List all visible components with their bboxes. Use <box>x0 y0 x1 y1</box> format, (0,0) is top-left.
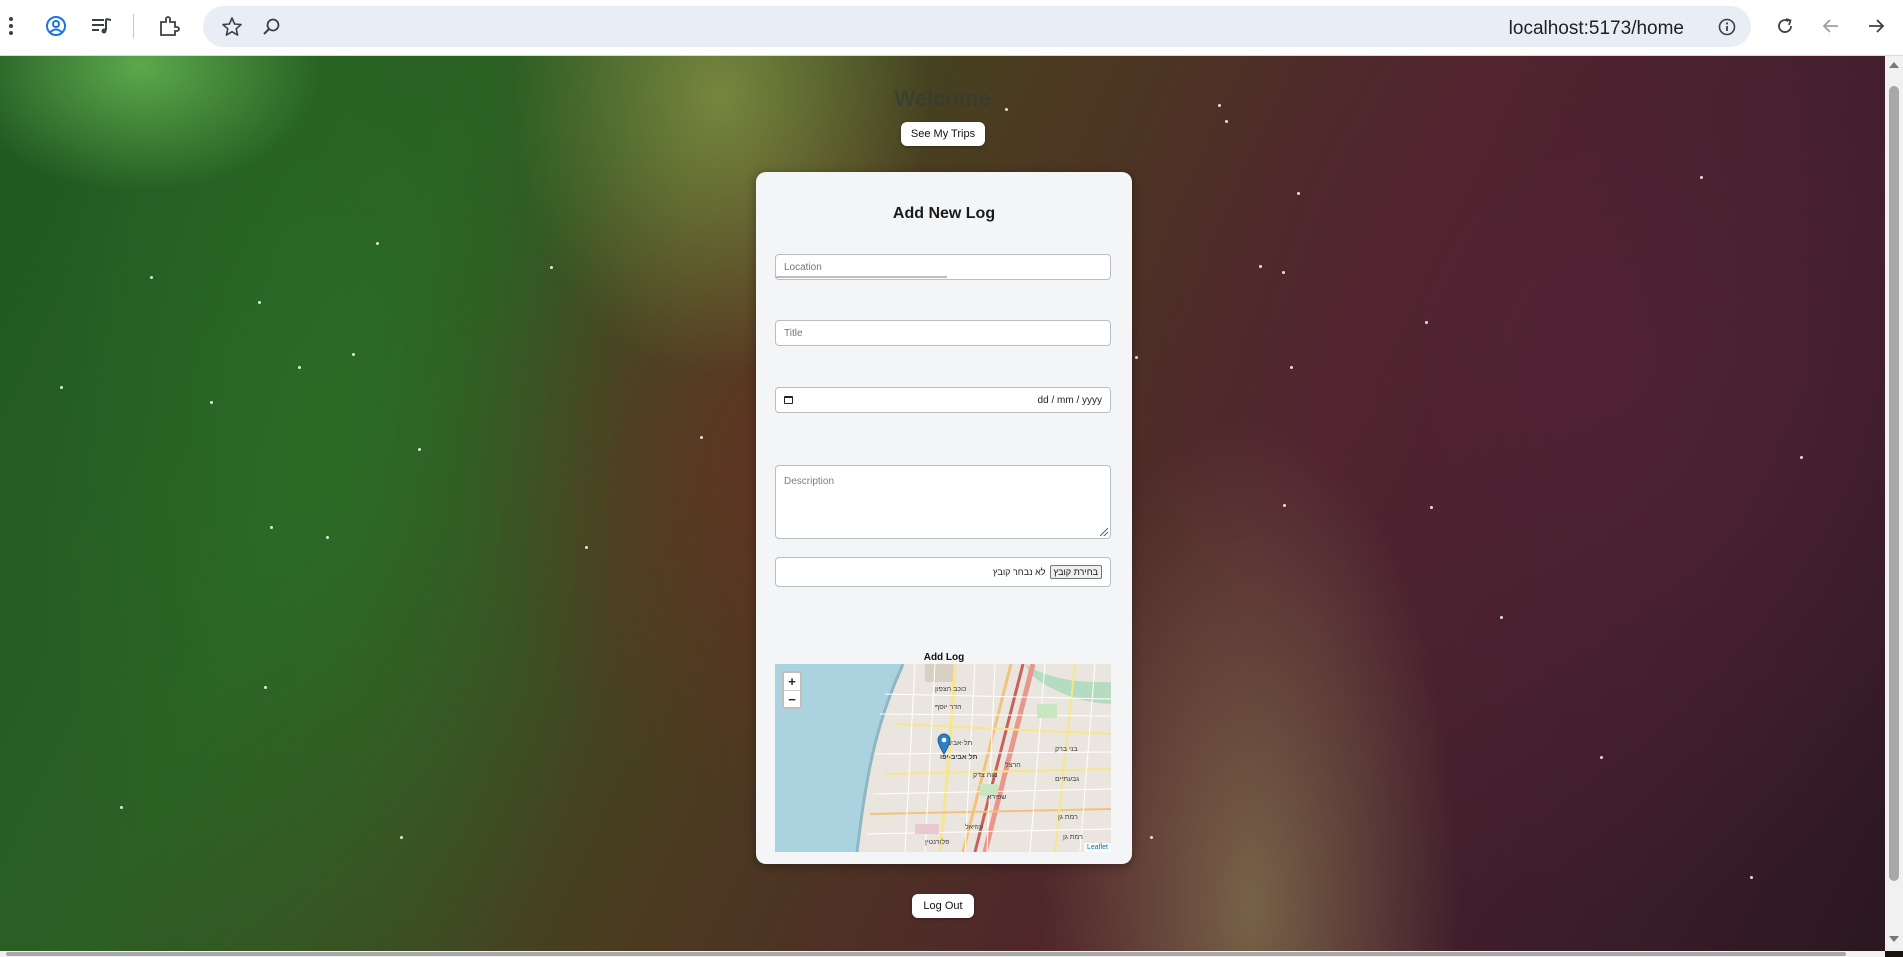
file-upload-field[interactable]: בחירת קובץ לא נבחר קובץ <box>775 557 1111 587</box>
star <box>270 526 273 529</box>
star <box>1430 506 1433 509</box>
star <box>1600 756 1603 759</box>
star <box>1700 176 1703 179</box>
extensions-icon[interactable] <box>156 13 182 39</box>
zoom-search-icon[interactable] <box>259 14 285 40</box>
map-label: רמת גן <box>1058 814 1078 821</box>
map-label: עוזיאל <box>965 824 983 831</box>
star-icon[interactable] <box>219 14 245 40</box>
star <box>1750 876 1753 879</box>
welcome-heading: Welcome <box>894 86 991 111</box>
add-log-form: Add New Log dd / mm / yyyy Description ב… <box>756 172 1132 864</box>
star <box>1283 504 1286 507</box>
site-info-icon[interactable] <box>1715 15 1739 39</box>
map-label: הרצל <box>1005 762 1021 769</box>
file-status-text: לא נבחר קובץ <box>992 567 1046 577</box>
map-zoom-control: + − <box>782 671 802 709</box>
choose-file-button[interactable]: בחירת קובץ <box>1049 565 1102 579</box>
star <box>585 546 588 549</box>
map-attribution[interactable]: Leaflet <box>1083 843 1111 852</box>
star <box>1500 616 1503 619</box>
star <box>258 301 261 304</box>
see-my-trips-button[interactable]: See My Trips <box>901 122 985 146</box>
scroll-down-icon[interactable] <box>1889 936 1899 942</box>
horizontal-scrollbar[interactable] <box>0 951 1885 957</box>
vertical-scrollbar[interactable] <box>1885 56 1903 951</box>
forward-icon[interactable] <box>1863 13 1889 39</box>
map-label: בני ברק <box>1055 746 1078 753</box>
description-textarea[interactable]: Description <box>775 465 1111 539</box>
star <box>376 242 379 245</box>
resize-handle-icon[interactable] <box>1100 528 1108 536</box>
page-background: Welcome See My Trips Add New Log dd / mm… <box>0 56 1885 951</box>
star <box>1297 192 1300 195</box>
date-placeholder: dd / mm / yyyy <box>1037 394 1102 406</box>
address-bar[interactable]: localhost:5173/home <box>203 6 1751 47</box>
map-label: פלורנטין <box>925 839 950 846</box>
calendar-icon[interactable] <box>784 396 793 404</box>
log-out-button[interactable]: Log Out <box>912 894 974 918</box>
star <box>700 436 703 439</box>
map-marker-icon[interactable] <box>937 733 951 755</box>
browser-toolbar: localhost:5173/home <box>0 0 1903 56</box>
horizontal-scroll-thumb[interactable] <box>6 952 1846 956</box>
description-placeholder: Description <box>784 476 835 487</box>
back-icon[interactable] <box>1818 13 1844 39</box>
toolbar-divider <box>133 14 134 38</box>
star <box>150 276 153 279</box>
star <box>1800 456 1803 459</box>
map-label: גבעתיים <box>1055 776 1080 783</box>
star <box>1225 120 1228 123</box>
star <box>1150 836 1153 839</box>
star <box>352 353 355 356</box>
scroll-up-icon[interactable] <box>1889 62 1899 68</box>
map-view[interactable]: כוכב הצפון תל אביב-יפו תל-אביב בני ברק ר… <box>775 664 1111 852</box>
map-label: תל אביב-יפו <box>940 754 978 761</box>
map-label: נווה צדק <box>973 772 998 779</box>
star <box>60 386 63 389</box>
star <box>264 686 267 689</box>
star <box>1282 271 1285 274</box>
star <box>400 836 403 839</box>
location-suggestion-line <box>775 276 947 278</box>
star <box>1135 356 1138 359</box>
star <box>1425 321 1428 324</box>
map-label: כוכב הצפון <box>935 686 967 693</box>
zoom-in-button[interactable]: + <box>784 673 800 691</box>
url-text[interactable]: localhost:5173/home <box>1509 18 1684 40</box>
star <box>550 266 553 269</box>
star <box>298 366 301 369</box>
profile-icon[interactable] <box>43 13 69 39</box>
media-queue-icon[interactable] <box>89 13 115 39</box>
vertical-scroll-thumb[interactable] <box>1889 86 1899 881</box>
star <box>418 448 421 451</box>
add-log-button[interactable]: Add Log <box>756 652 1132 663</box>
map-label: שפירא <box>987 794 1007 801</box>
star <box>120 806 123 809</box>
star <box>326 536 329 539</box>
map-label: רמת גן <box>1063 834 1083 841</box>
title-input[interactable] <box>775 320 1111 346</box>
menu-dots-icon[interactable] <box>2 13 20 39</box>
reload-icon[interactable] <box>1772 13 1798 39</box>
map-label: הדר יוסף <box>935 704 962 711</box>
leaflet-link[interactable]: Leaflet <box>1087 844 1108 851</box>
star <box>1259 265 1262 268</box>
star <box>210 401 213 404</box>
zoom-out-button[interactable]: − <box>784 691 800 708</box>
star <box>1290 366 1293 369</box>
form-title: Add New Log <box>892 205 996 222</box>
date-input[interactable]: dd / mm / yyyy <box>775 387 1111 413</box>
